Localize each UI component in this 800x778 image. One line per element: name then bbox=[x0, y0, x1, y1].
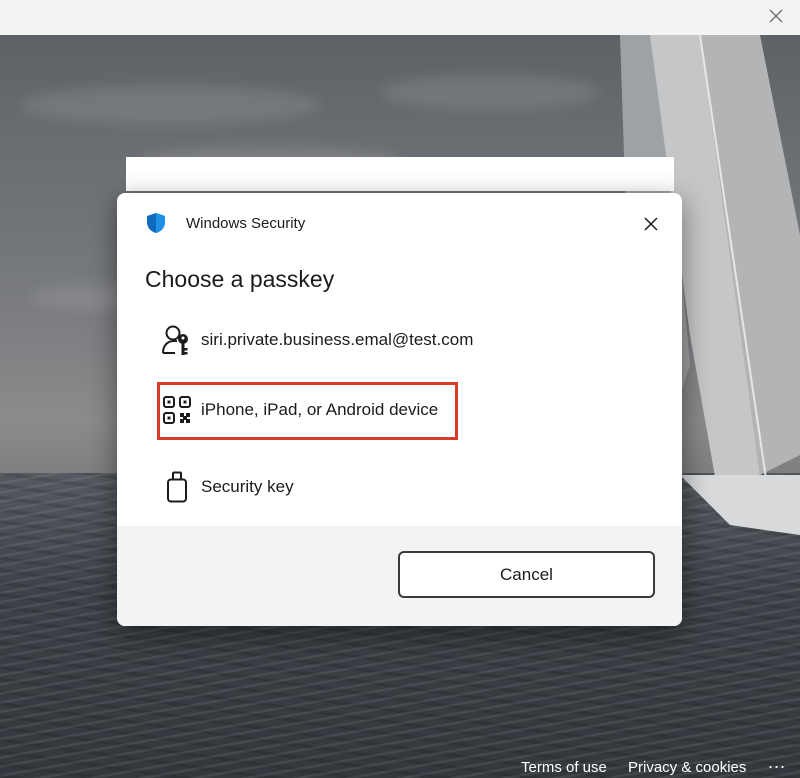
dialog-header: Windows Security bbox=[117, 193, 682, 253]
dialog-close-button[interactable] bbox=[637, 210, 665, 238]
privacy-link[interactable]: Privacy & cookies bbox=[628, 759, 746, 776]
passkey-option-security-key[interactable]: Security key bbox=[157, 460, 577, 514]
shield-icon bbox=[147, 213, 165, 233]
footer-links: Terms of use Privacy & cookies ... bbox=[0, 752, 800, 778]
terms-link[interactable]: Terms of use bbox=[521, 759, 607, 776]
user-key-icon bbox=[157, 320, 197, 360]
more-options-button[interactable]: ... bbox=[768, 752, 786, 773]
cancel-button[interactable]: Cancel bbox=[398, 551, 655, 598]
close-icon bbox=[769, 9, 783, 23]
window-titlebar bbox=[0, 0, 800, 35]
dialog-app-name: Windows Security bbox=[186, 215, 306, 232]
highlight-box bbox=[157, 382, 458, 440]
passkey-option-account[interactable]: siri.private.business.emal@test.com bbox=[157, 313, 577, 367]
dialog-footer: Cancel bbox=[117, 526, 682, 626]
background-card bbox=[126, 157, 674, 191]
dialog-heading: Choose a passkey bbox=[145, 266, 335, 292]
close-icon bbox=[644, 217, 658, 231]
window-close-button[interactable] bbox=[762, 4, 790, 28]
option-label: Security key bbox=[201, 477, 294, 496]
usb-key-icon bbox=[157, 467, 197, 507]
option-label: siri.private.business.emal@test.com bbox=[201, 330, 474, 349]
